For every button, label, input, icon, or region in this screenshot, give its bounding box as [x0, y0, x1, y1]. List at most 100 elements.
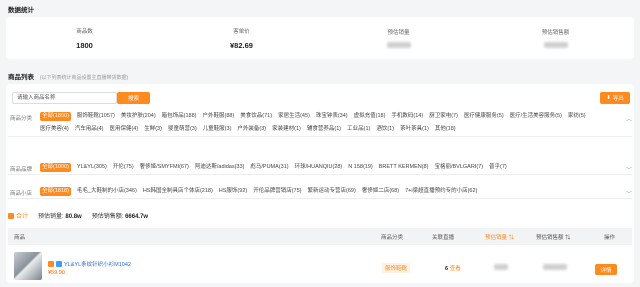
- filter-option[interactable]: N 158(19): [348, 163, 372, 172]
- filter-options: 全部(1000) YL&YL(305) 开伦(75) 奢侈姬/SMYFMI(67) 阿迪…: [40, 163, 618, 172]
- chevron-up-icon[interactable]: ︿: [626, 114, 632, 123]
- filter-option[interactable]: 婴童萌营(3): [168, 125, 197, 134]
- filter-option[interactable]: 开伦(75): [113, 163, 134, 172]
- filter-option[interactable]: 家装建材(1): [272, 125, 301, 134]
- filter-options: 全部(1800) 服饰鞋靴(1057) 美妆护肤(204) 箱包饰品(188) 户外鞋服…: [40, 112, 618, 134]
- filter-option[interactable]: 医疗美容(4): [40, 125, 69, 134]
- filter-label: 商品小店: [10, 191, 33, 197]
- filter-option[interactable]: 汽车用品(4): [75, 125, 104, 134]
- chevron-down-icon[interactable]: ﹀: [626, 165, 632, 174]
- filter-option[interactable]: 毛毛_大鞋制的小店(346): [77, 187, 137, 196]
- shop-icon: [48, 261, 54, 267]
- filter-option[interactable]: 医用保健(4): [109, 125, 138, 134]
- stat-avg-price: 客单价 ¥82.69: [163, 17, 320, 59]
- blurred-value: [543, 42, 568, 48]
- filter-option[interactable]: 美妆护肤(204): [121, 112, 156, 121]
- stat-label: 预估销量: [387, 30, 410, 36]
- product-name-link[interactable]: YL&YL条纹针织小衫M1042: [48, 260, 131, 268]
- category-tag: 服饰鞋靴: [382, 263, 411, 273]
- filter-option[interactable]: 环球/HUANQIU(28): [295, 163, 343, 172]
- search-input[interactable]: [12, 92, 117, 104]
- blurred-value: [386, 42, 411, 48]
- search-button[interactable]: 搜索: [117, 92, 150, 104]
- filter-option[interactable]: 宝格丽/BVLGARI(7): [434, 163, 483, 172]
- export-button[interactable]: ⬇ 导出: [600, 92, 630, 104]
- filter-option[interactable]: 珠宝钟表(34): [316, 112, 348, 121]
- filter-option[interactable]: 开伦品牌营销店(75): [253, 187, 301, 196]
- filter-option[interactable]: 美食饮品(71): [240, 112, 272, 121]
- filter-option[interactable]: 奢侈姬/SMYFMI(67): [140, 163, 189, 172]
- filter-option[interactable]: 生鲜(3): [144, 125, 162, 134]
- filter-option[interactable]: HS韩国全制具店个体店(218): [143, 187, 213, 196]
- filter-option[interactable]: 奢侈姬二店(68): [362, 187, 399, 196]
- total-badge: 合计: [8, 211, 28, 220]
- list-title: 商品列表: [8, 74, 34, 81]
- filter-label: 商品品牌: [10, 167, 33, 173]
- th-est-sales-label: 预估销量: [485, 235, 508, 241]
- product-price: ¥59.90: [48, 270, 65, 276]
- filter-option[interactable]: 普乎(7): [489, 163, 507, 172]
- summary-revenue-label: 预估销售额:: [91, 214, 124, 220]
- filter-option[interactable]: 阿迪达斯/adidas(33): [195, 163, 245, 172]
- download-icon: ⬇: [606, 95, 611, 101]
- list-title-wrap: 商品列表 (以下列表统计商品设置主直播带货数据): [8, 71, 128, 81]
- live-count[interactable]: 6 查看: [445, 264, 461, 272]
- chevron-down-icon[interactable]: ﹀: [626, 189, 632, 198]
- filter-option[interactable]: 户外鞋服(88): [203, 112, 235, 121]
- stat-product-count: 商品数 1800: [6, 17, 163, 59]
- sort-icon: ⇅: [565, 235, 571, 241]
- filter-option[interactable]: 其他(18): [435, 125, 456, 134]
- summary-revenue: 预估销售额: 6664.7w: [92, 211, 148, 220]
- filter-option[interactable]: 全部(1800): [40, 112, 71, 121]
- filter-options: 全部(1818) 毛毛_大鞋制的小店(346) HS韩国全制具店个体店(218) HS…: [40, 187, 618, 196]
- filter-option[interactable]: YL&YL(305): [77, 163, 107, 172]
- th-est-revenue[interactable]: 预估销售额 ⇅: [536, 233, 571, 241]
- filter-option[interactable]: 辅食营养品(1): [307, 125, 341, 134]
- filter-option[interactable]: 酒饮(1): [376, 125, 394, 134]
- filter-option[interactable]: 手机数码(14): [391, 112, 423, 121]
- stat-value: 1800: [76, 40, 93, 50]
- filter-option[interactable]: HS服饰(92): [219, 187, 247, 196]
- filter-option[interactable]: 全部(1000): [40, 163, 71, 172]
- th-live[interactable]: 关联直播: [432, 233, 454, 241]
- filter-option[interactable]: 茶叶茶具(1): [400, 125, 429, 134]
- filter-option[interactable]: 医疗/生活美容服务(5): [510, 112, 562, 121]
- list-hint: (以下列表统计商品设置主直播带货数据): [39, 75, 129, 81]
- filter-option[interactable]: BRETT KERMEN(8): [379, 163, 429, 172]
- filter-option[interactable]: 全部(1818): [40, 187, 71, 196]
- view-live-link[interactable]: 查看: [450, 266, 461, 272]
- detail-button[interactable]: 详情: [595, 264, 617, 275]
- filter-option[interactable]: 虚拟充值(18): [354, 112, 386, 121]
- filter-option[interactable]: 户外装备(3): [237, 125, 266, 134]
- filter-option[interactable]: 彪马/PUMA(31): [250, 163, 288, 172]
- filter-category: 商品分类 全部(1800) 服饰鞋靴(1057) 美妆护肤(204) 箱包饰品(188…: [8, 112, 632, 137]
- filter-store: 商品小店 全部(1818) 毛毛_大鞋制的小店(346) HS韩国全制具店个体店(2…: [8, 187, 632, 199]
- summary-sales-value: 80.8w: [65, 214, 82, 220]
- stat-value: ¥82.69: [230, 40, 253, 50]
- filter-option[interactable]: 工业品(1): [347, 125, 370, 134]
- th-action: 操作: [604, 235, 616, 241]
- th-est-sales[interactable]: 预估销量 ⇅: [485, 233, 514, 241]
- sum-icon: [8, 212, 14, 219]
- filter-option[interactable]: 厨卫家电(7): [429, 112, 458, 121]
- stats-title: 数据统计: [8, 7, 34, 14]
- th-est-revenue-label: 预估销售额: [536, 235, 564, 241]
- filter-option[interactable]: 家纺(5): [568, 112, 586, 121]
- filter-option[interactable]: 医疗健康服务(5): [464, 112, 504, 121]
- filter-option[interactable]: 服饰鞋靴(1057): [77, 112, 115, 121]
- filter-option[interactable]: 繁新运动专营店(69): [308, 187, 356, 196]
- filter-option[interactable]: 7+i梁超直播预约专的小店(62): [405, 187, 477, 196]
- filter-brand: 商品品牌 全部(1000) YL&YL(305) 开伦(75) 奢侈姬/SMYFMI(…: [8, 163, 632, 175]
- live-count-value: 6: [445, 266, 449, 272]
- stat-est-sales: 预估销量: [320, 17, 477, 59]
- product-thumbnail[interactable]: [14, 252, 42, 280]
- filter-option[interactable]: 箱包饰品(188): [162, 112, 197, 121]
- filter-option[interactable]: 儿童鞋服(3): [203, 125, 232, 134]
- summary-bar: 合计 预估销量: 80.8w 预估销售额: 6664.7w: [8, 211, 148, 220]
- tag-icon: [56, 261, 62, 267]
- table-row: YL&YL条纹针织小衫M1042 ¥59.90 服饰鞋靴 6 查看: [8, 248, 632, 283]
- summary-revenue-value: 6664.7w: [125, 214, 149, 220]
- stat-label: 预估销售额: [541, 30, 570, 36]
- filter-label: 商品分类: [10, 116, 33, 122]
- filter-option[interactable]: 家居生活(45): [278, 112, 310, 121]
